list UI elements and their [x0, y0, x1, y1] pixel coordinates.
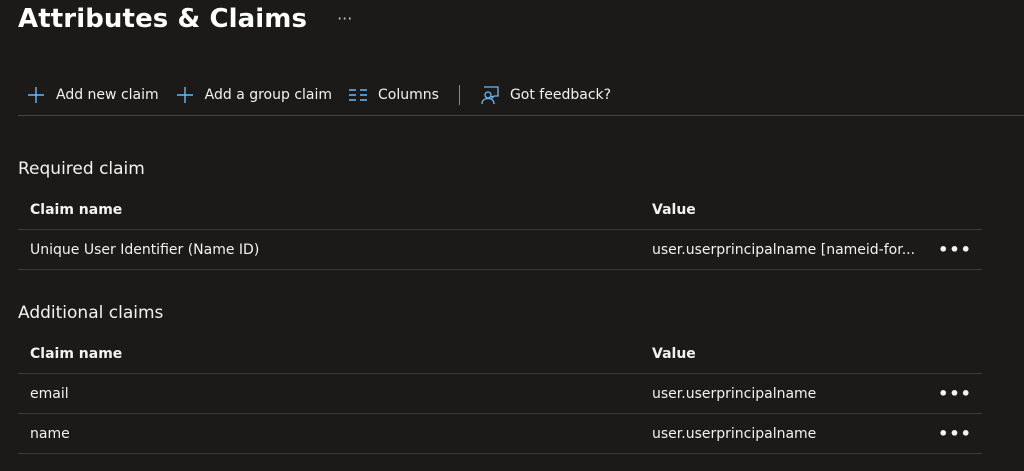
row-more-icon[interactable]: ••• — [928, 384, 982, 403]
claim-name-cell[interactable]: Unique User Identifier (Name ID) — [18, 242, 652, 258]
more-options-icon[interactable]: ··· — [337, 2, 352, 36]
table-row[interactable]: email user.userprincipalname ••• — [18, 374, 982, 414]
additional-claims-table: Claim name Value email user.userprincipa… — [18, 334, 982, 454]
got-feedback-button[interactable]: Got feedback? — [472, 80, 619, 110]
required-claims-table: Claim name Value Unique User Identifier … — [18, 190, 982, 270]
row-more-icon[interactable]: ••• — [928, 240, 982, 259]
add-group-claim-label: Add a group claim — [204, 86, 333, 103]
value-header[interactable]: Value — [652, 202, 928, 218]
claim-value-cell: user.userprincipalname [nameid-for... — [652, 241, 916, 258]
value-header[interactable]: Value — [652, 346, 928, 362]
table-row[interactable]: name user.userprincipalname ••• — [18, 414, 982, 454]
claim-value-cell: user.userprincipalname — [652, 425, 817, 442]
feedback-person-icon — [480, 85, 500, 105]
got-feedback-label: Got feedback? — [509, 86, 612, 103]
table-header: Claim name Value — [18, 334, 982, 374]
columns-icon — [348, 85, 368, 105]
add-new-claim-button[interactable]: Add new claim — [18, 80, 167, 110]
claim-name-cell[interactable]: email — [18, 386, 652, 402]
table-header: Claim name Value — [18, 190, 982, 230]
claim-name-header[interactable]: Claim name — [18, 202, 652, 218]
plus-icon — [175, 85, 195, 105]
row-more-icon[interactable]: ••• — [928, 424, 982, 443]
claim-name-cell[interactable]: name — [18, 426, 652, 442]
claim-name-header[interactable]: Claim name — [18, 346, 652, 362]
title-row: Attributes & Claims ··· — [18, 2, 352, 36]
required-claim-heading: Required claim — [18, 159, 145, 179]
columns-button[interactable]: Columns — [340, 80, 447, 110]
add-new-claim-label: Add new claim — [56, 86, 159, 103]
claim-value-cell: user.userprincipalname — [652, 385, 817, 402]
add-group-claim-button[interactable]: Add a group claim — [167, 80, 340, 110]
toolbar-divider — [458, 84, 460, 105]
plus-icon — [26, 85, 46, 105]
columns-label: Columns — [378, 86, 439, 103]
page-title: Attributes & Claims — [18, 4, 308, 34]
table-row[interactable]: Unique User Identifier (Name ID) user.us… — [18, 230, 982, 270]
command-bar: Add new claim Add a group claim Columns — [18, 78, 1024, 116]
additional-claims-heading: Additional claims — [18, 303, 164, 323]
attributes-claims-page: Attributes & Claims ··· Add new claim Ad… — [0, 0, 1024, 471]
